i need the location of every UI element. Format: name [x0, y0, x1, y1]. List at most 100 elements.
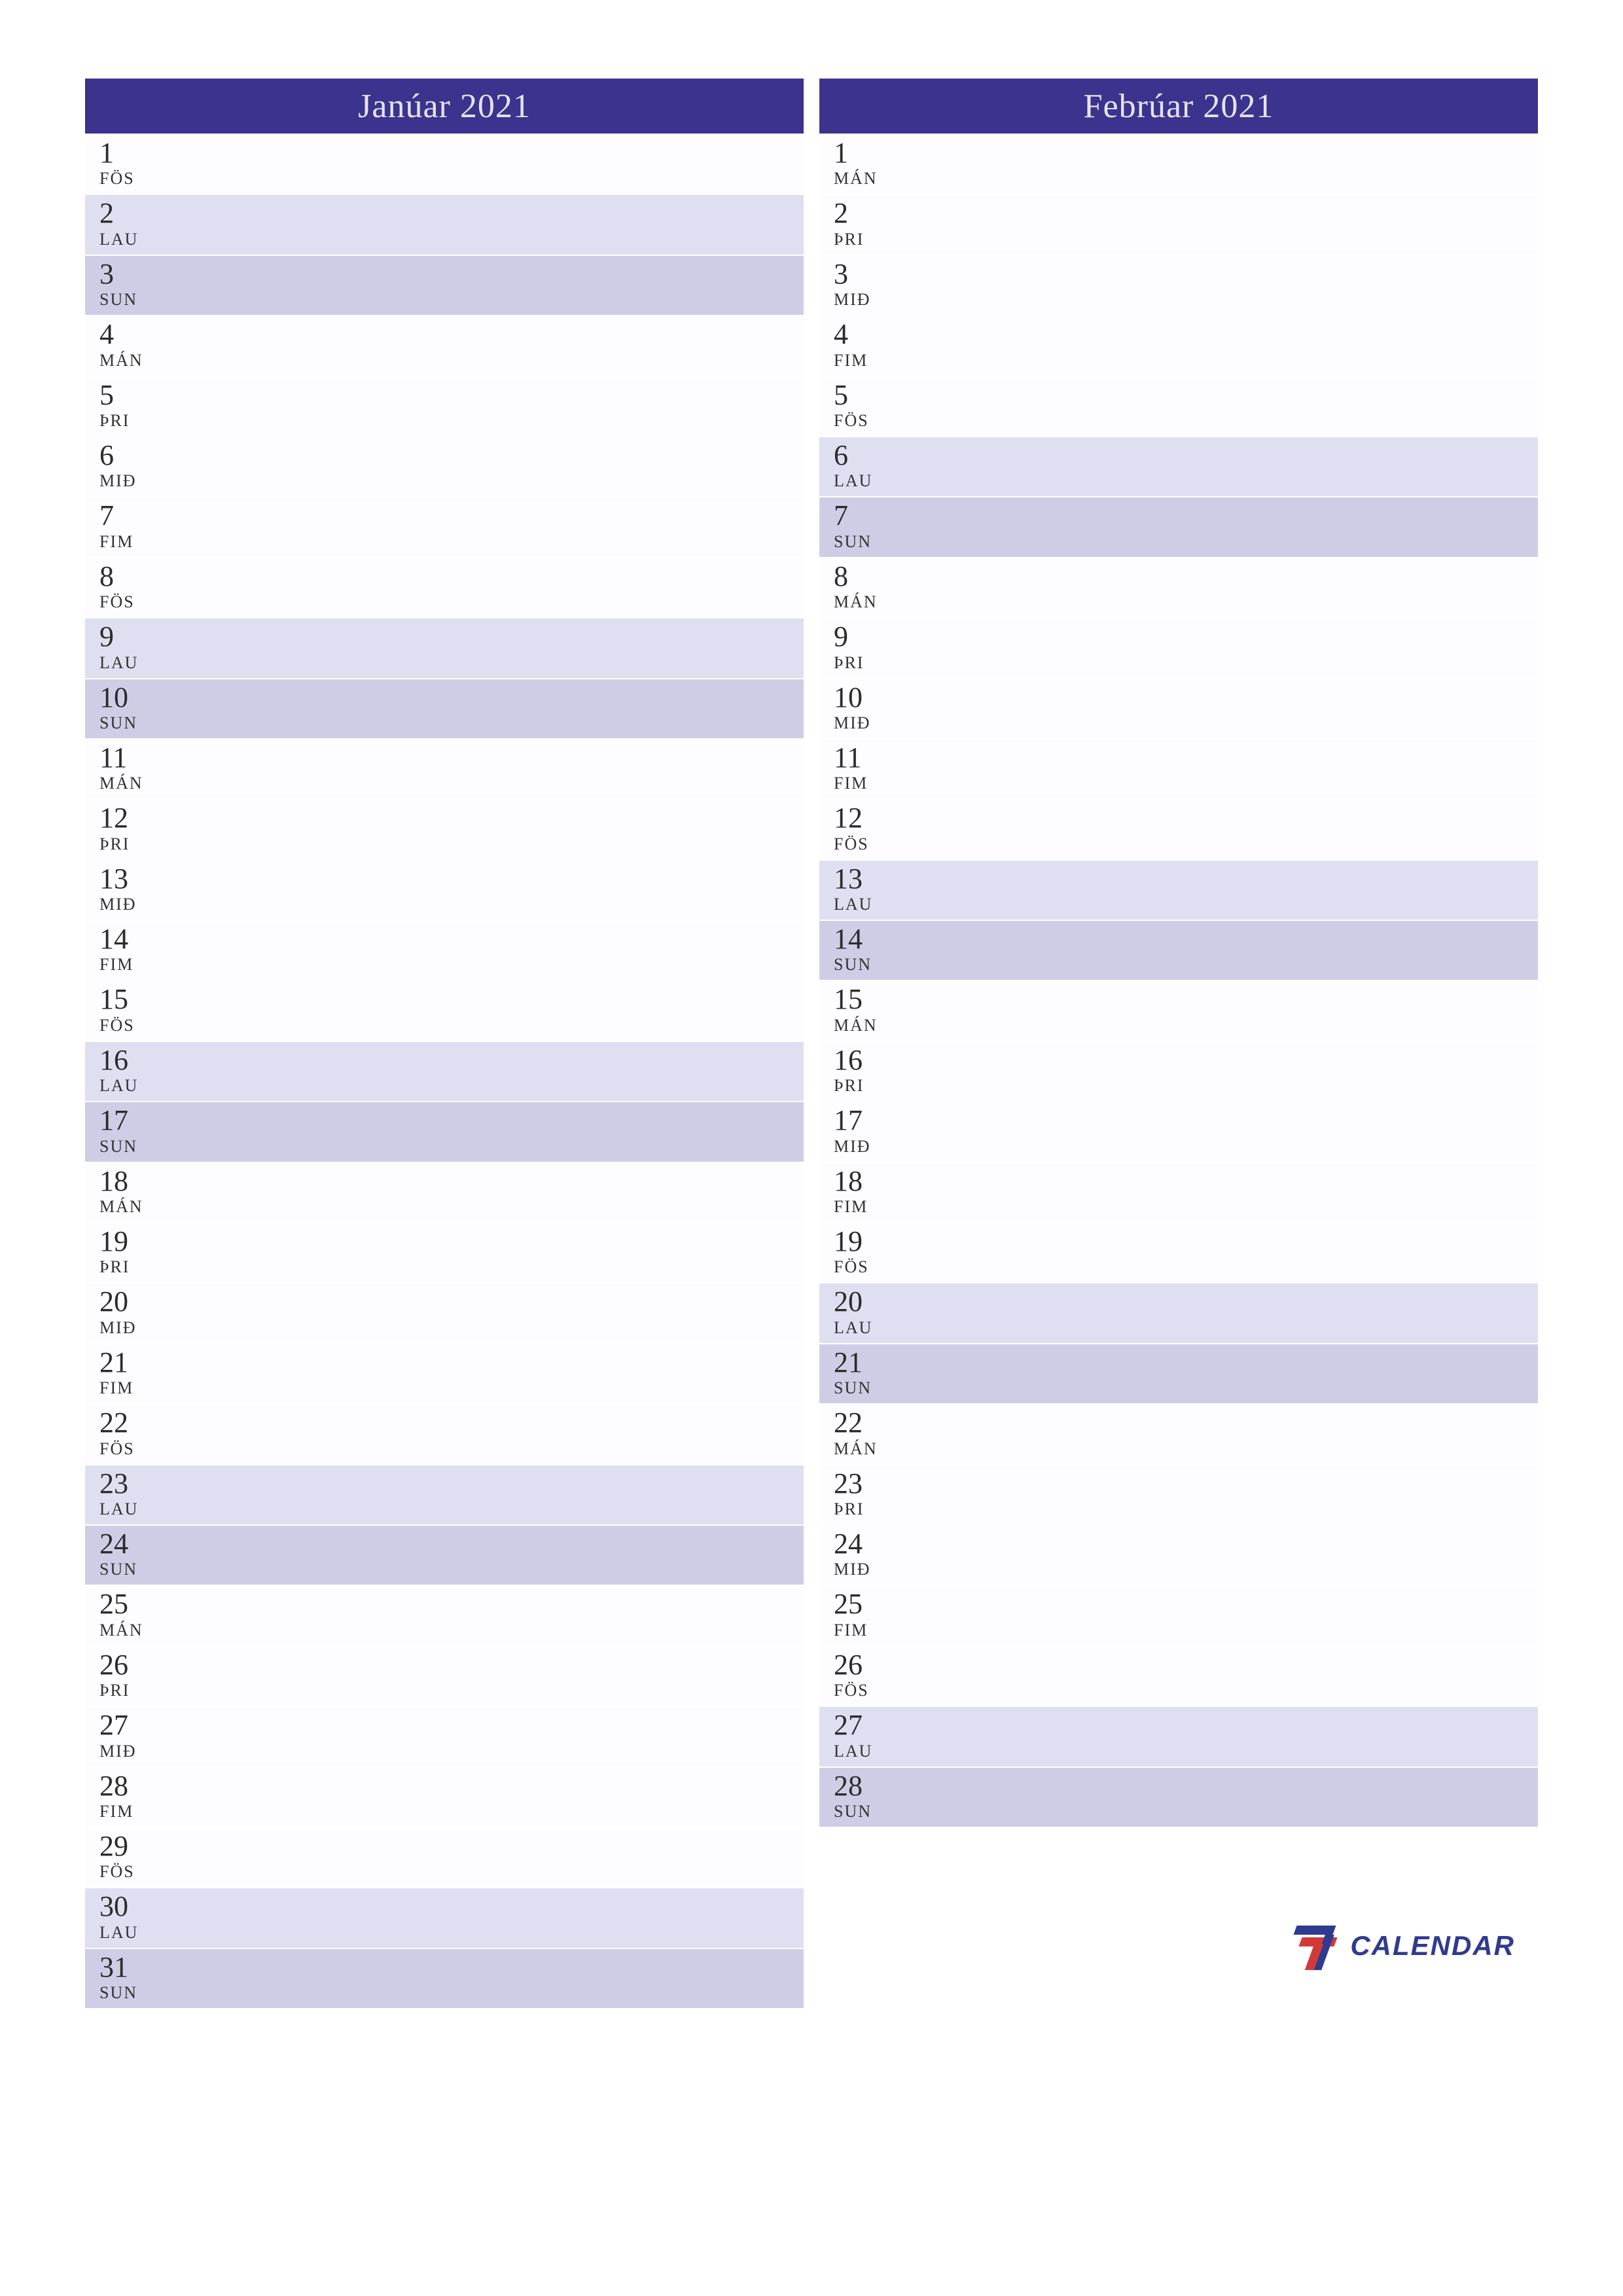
day-row: 28SUN	[819, 1768, 1538, 1828]
day-of-week: MÁN	[834, 1016, 1538, 1038]
day-of-week: MÁN	[99, 1621, 804, 1643]
day-number: 8	[99, 562, 804, 591]
day-row: 10SUN	[85, 679, 804, 740]
day-row: 1FÖS	[85, 135, 804, 195]
day-row: 5FÖS	[819, 377, 1538, 437]
day-number: 5	[99, 381, 804, 410]
day-row: 3MIÐ	[819, 256, 1538, 316]
month-columns: Janúar 2021 1FÖS2LAU3SUN4MÁN5ÞRI6MIÐ7FIM…	[85, 79, 1538, 2009]
day-row: 5ÞRI	[85, 377, 804, 437]
day-of-week: LAU	[99, 230, 804, 252]
day-row: 8FÖS	[85, 558, 804, 619]
day-of-week: ÞRI	[834, 1076, 1538, 1098]
day-of-week: MIÐ	[99, 1318, 804, 1340]
day-of-week: MÁN	[99, 1197, 804, 1219]
day-row: 16ÞRI	[819, 1042, 1538, 1102]
day-of-week: FÖS	[99, 1439, 804, 1462]
day-row: 27LAU	[819, 1707, 1538, 1767]
day-number: 15	[99, 985, 804, 1014]
day-number: 3	[834, 260, 1538, 289]
month-column-january: Janúar 2021 1FÖS2LAU3SUN4MÁN5ÞRI6MIÐ7FIM…	[85, 79, 804, 2009]
day-of-week: SUN	[834, 532, 1538, 554]
day-of-week: ÞRI	[99, 1257, 804, 1280]
brand-logo: CALENDAR	[1296, 1923, 1515, 1969]
day-of-week: FIM	[99, 1378, 804, 1401]
day-row: 2ÞRI	[819, 195, 1538, 255]
day-row: 22MÁN	[819, 1405, 1538, 1465]
day-of-week: FIM	[99, 955, 804, 977]
day-of-week: FÖS	[99, 1862, 804, 1884]
day-row: 20MIÐ	[85, 1283, 804, 1344]
day-number: 28	[834, 1772, 1538, 1801]
day-number: 16	[99, 1046, 804, 1075]
day-number: 26	[99, 1651, 804, 1679]
day-of-week: SUN	[834, 1802, 1538, 1824]
day-row: 9LAU	[85, 619, 804, 679]
day-of-week: LAU	[834, 1318, 1538, 1340]
day-row: 24MIÐ	[819, 1526, 1538, 1586]
day-of-week: SUN	[99, 1137, 804, 1159]
day-number: 12	[834, 804, 1538, 833]
day-number: 22	[99, 1408, 804, 1437]
day-row: 28FIM	[85, 1768, 804, 1828]
day-row: 4MÁN	[85, 316, 804, 376]
day-row: 23LAU	[85, 1465, 804, 1526]
day-row: 20LAU	[819, 1283, 1538, 1344]
day-number: 27	[99, 1711, 804, 1740]
day-of-week: LAU	[99, 1076, 804, 1098]
day-of-week: MIÐ	[834, 290, 1538, 312]
day-number: 8	[834, 562, 1538, 591]
day-row: 26FÖS	[819, 1647, 1538, 1707]
day-of-week: LAU	[99, 1499, 804, 1522]
day-number: 11	[834, 744, 1538, 772]
day-row: 15MÁN	[819, 981, 1538, 1041]
brand-text: CALENDAR	[1350, 1930, 1515, 1962]
day-number: 15	[834, 985, 1538, 1014]
day-number: 26	[834, 1651, 1538, 1679]
day-of-week: FÖS	[99, 169, 804, 191]
day-of-week: FÖS	[99, 592, 804, 615]
day-of-week: SUN	[99, 1560, 804, 1582]
day-of-week: MIÐ	[834, 713, 1538, 736]
day-of-week: MIÐ	[99, 471, 804, 493]
day-row: 7FIM	[85, 497, 804, 558]
day-of-week: SUN	[834, 955, 1538, 977]
day-of-week: MÁN	[834, 1439, 1538, 1462]
day-of-week: FÖS	[834, 1257, 1538, 1280]
day-row: 12ÞRI	[85, 800, 804, 860]
day-row: 1MÁN	[819, 135, 1538, 195]
day-row: 18FIM	[819, 1163, 1538, 1223]
day-of-week: ÞRI	[834, 653, 1538, 675]
day-number: 24	[99, 1530, 804, 1558]
day-number: 7	[99, 501, 804, 530]
day-number: 7	[834, 501, 1538, 530]
day-number: 14	[99, 925, 804, 954]
day-row: 14SUN	[819, 921, 1538, 981]
day-of-week: FIM	[99, 532, 804, 554]
day-row: 2LAU	[85, 195, 804, 255]
day-of-week: FIM	[99, 1802, 804, 1824]
day-number: 19	[99, 1227, 804, 1256]
day-row: 13MIÐ	[85, 861, 804, 921]
day-row: 21SUN	[819, 1344, 1538, 1405]
day-of-week: FÖS	[834, 411, 1538, 433]
day-number: 22	[834, 1408, 1538, 1437]
day-number: 23	[834, 1469, 1538, 1498]
day-row: 29FÖS	[85, 1828, 804, 1888]
day-number: 19	[834, 1227, 1538, 1256]
day-row: 11FIM	[819, 740, 1538, 800]
day-number: 9	[834, 622, 1538, 651]
day-row: 7SUN	[819, 497, 1538, 558]
day-of-week: ÞRI	[99, 411, 804, 433]
day-number: 18	[99, 1167, 804, 1196]
day-number: 4	[99, 320, 804, 349]
day-row: 11MÁN	[85, 740, 804, 800]
day-number: 13	[99, 865, 804, 893]
day-of-week: FIM	[834, 1621, 1538, 1643]
day-row: 25FIM	[819, 1586, 1538, 1646]
day-of-week: FIM	[834, 1197, 1538, 1219]
day-number: 12	[99, 804, 804, 833]
day-of-week: SUN	[99, 290, 804, 312]
day-of-week: LAU	[99, 1923, 804, 1945]
seven-icon	[1296, 1923, 1342, 1969]
